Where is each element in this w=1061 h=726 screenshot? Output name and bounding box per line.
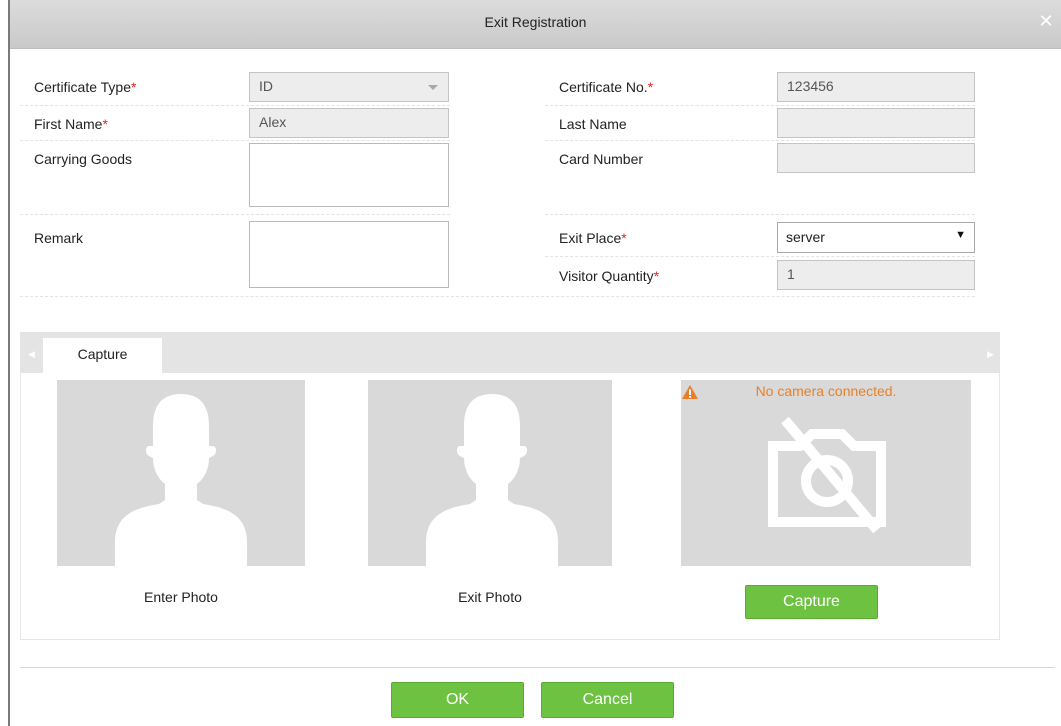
cancel-button[interactable]: Cancel [541,682,674,718]
enter-photo-frame [57,380,305,566]
certificate-no-label: Certificate No.* [559,79,654,95]
certificate-type-select[interactable]: ID [249,72,449,102]
last-name-label: Last Name [559,116,627,132]
card-number-field[interactable] [777,143,975,173]
chevron-down-icon [428,85,438,90]
last-name-field[interactable] [777,108,975,138]
person-silhouette-icon [426,394,558,566]
tab-scroll-right-icon[interactable]: ▶ [987,349,994,360]
row-divider [20,105,450,106]
exit-photo-label: Exit Photo [458,589,522,605]
row-divider [20,296,975,297]
row-divider [545,256,975,257]
exit-registration-dialog: Exit Registration ✕ Certificate Type* ID… [0,0,1061,726]
ok-button[interactable]: OK [391,682,524,718]
row-divider [20,140,450,141]
camera-preview [681,380,971,566]
dialog-title: Exit Registration [484,14,587,30]
no-camera-message: No camera connected. [755,383,897,399]
enter-photo-label: Enter Photo [144,589,218,605]
certificate-no-field[interactable]: 123456 [777,72,975,102]
camera-off-icon [768,416,886,534]
first-name-label: First Name* [34,116,108,132]
certificate-type-value: ID [259,78,273,94]
window-left-border [8,0,10,726]
dialog-titlebar: Exit Registration ✕ [10,0,1061,49]
certificate-type-label: Certificate Type* [34,79,137,95]
row-divider [545,105,975,106]
exit-place-select[interactable]: server ▼ [777,222,975,253]
row-divider [20,214,450,215]
capture-button[interactable]: Capture [745,585,878,619]
tab-bar [20,332,1000,373]
carrying-goods-textarea[interactable] [249,143,449,207]
tab-scroll-left-icon[interactable]: ◀ [28,349,35,360]
visitor-quantity-field[interactable]: 1 [777,260,975,290]
row-divider [545,214,975,215]
carrying-goods-label: Carrying Goods [34,151,133,167]
first-name-field[interactable]: Alex [249,108,449,138]
remark-label: Remark [34,230,84,246]
exit-photo-frame [368,380,612,566]
person-silhouette-icon [115,394,247,566]
row-divider [545,140,975,141]
visitor-quantity-label: Visitor Quantity* [559,268,660,284]
chevron-down-icon: ▼ [955,229,966,241]
tab-capture[interactable]: Capture [43,338,162,374]
remark-textarea[interactable] [249,221,449,288]
card-number-label: Card Number [559,151,644,167]
exit-place-label: Exit Place* [559,230,627,246]
footer-divider [20,667,1055,668]
close-icon[interactable]: ✕ [1037,12,1055,30]
exit-place-value: server [786,229,825,245]
